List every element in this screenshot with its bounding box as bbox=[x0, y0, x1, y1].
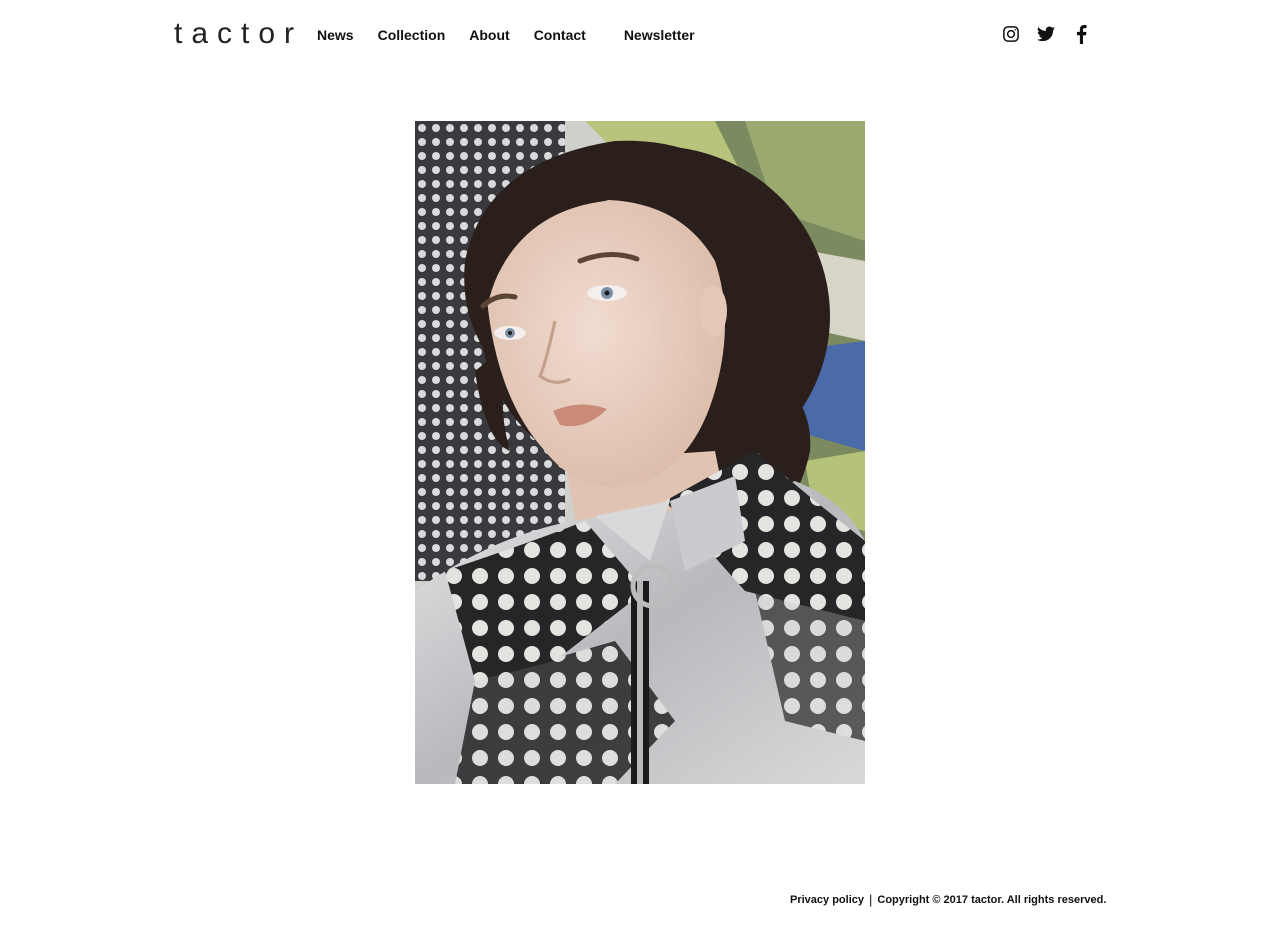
page: tactor News Collection About Contact New… bbox=[0, 0, 1280, 926]
footer: Privacy policy | Copyright © 2017 tactor… bbox=[790, 892, 1106, 908]
nav-item-newsletter[interactable]: Newsletter bbox=[624, 26, 695, 44]
footer-separator: | bbox=[869, 892, 873, 907]
nav-item-contact[interactable]: Contact bbox=[534, 26, 586, 44]
privacy-policy-link[interactable]: Privacy policy bbox=[790, 892, 864, 908]
nav-item-about[interactable]: About bbox=[469, 26, 509, 44]
logo[interactable]: tactor bbox=[174, 16, 303, 52]
nav-item-collection[interactable]: Collection bbox=[378, 26, 446, 44]
facebook-icon[interactable] bbox=[1070, 23, 1092, 45]
hero-portrait-illustration bbox=[415, 121, 865, 784]
main-nav: News Collection About Contact Newsletter bbox=[317, 26, 695, 44]
social-links bbox=[1000, 23, 1092, 45]
twitter-icon[interactable] bbox=[1035, 23, 1057, 45]
copyright-text: Copyright © 2017 tactor. All rights rese… bbox=[877, 894, 1107, 906]
hero-image bbox=[415, 121, 865, 784]
instagram-icon[interactable] bbox=[1000, 23, 1022, 45]
nav-item-news[interactable]: News bbox=[317, 26, 354, 44]
